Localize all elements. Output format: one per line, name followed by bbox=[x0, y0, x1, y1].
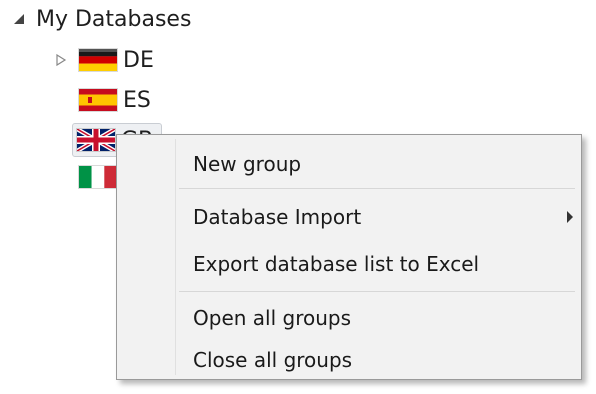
uk-flag-icon bbox=[77, 129, 115, 151]
menu-item-close-all-groups[interactable]: Close all groups bbox=[119, 340, 579, 380]
menu-item-label: Export database list to Excel bbox=[193, 252, 480, 276]
tree-node-es[interactable]: ES bbox=[50, 83, 151, 117]
menu-item-new-group[interactable]: New group bbox=[119, 144, 579, 184]
menu-item-database-import[interactable]: Database Import bbox=[119, 197, 579, 237]
menu-item-label: Close all groups bbox=[193, 348, 353, 372]
menu-item-open-all-groups[interactable]: Open all groups bbox=[119, 298, 579, 338]
tree-node-label-de: DE bbox=[123, 47, 154, 73]
tree-node-de[interactable]: DE bbox=[50, 43, 154, 77]
germany-flag-icon bbox=[79, 49, 117, 71]
tree-node-it[interactable] bbox=[50, 160, 123, 194]
menu-separator bbox=[179, 188, 575, 189]
tree-root-my-databases[interactable]: My Databases bbox=[8, 2, 191, 36]
tree-node-label-es: ES bbox=[123, 87, 151, 113]
menu-item-label: Database Import bbox=[193, 205, 362, 229]
italy-flag-icon bbox=[79, 166, 117, 188]
menu-item-export-to-excel[interactable]: Export database list to Excel bbox=[119, 244, 579, 284]
context-menu: New group Database Import Export databas… bbox=[116, 134, 582, 380]
collapsed-triangle-icon[interactable] bbox=[50, 49, 72, 71]
spain-flag-icon bbox=[79, 89, 117, 111]
tree-root-label: My Databases bbox=[36, 6, 192, 32]
menu-separator bbox=[179, 291, 575, 292]
expanded-triangle-icon[interactable] bbox=[8, 8, 30, 30]
menu-item-label: Open all groups bbox=[193, 306, 352, 330]
database-tree-window: My Databases DE ES New group Database Im… bbox=[0, 0, 596, 394]
menu-item-label: New group bbox=[193, 152, 302, 176]
submenu-arrow-icon bbox=[567, 211, 573, 223]
